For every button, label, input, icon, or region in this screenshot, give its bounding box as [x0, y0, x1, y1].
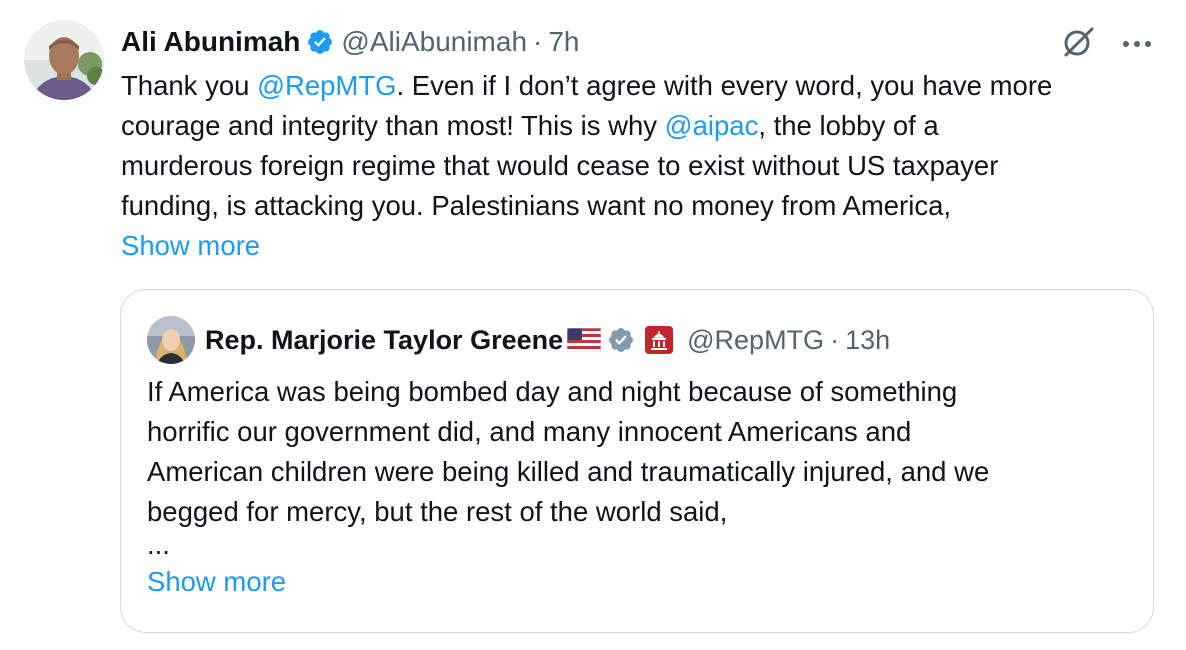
tweet-actions [1060, 24, 1152, 65]
quoted-author-avatar [147, 316, 195, 364]
us-flag-icon [567, 328, 602, 352]
tweet-timestamp[interactable]: 7h [548, 26, 579, 58]
grok-icon[interactable] [1060, 24, 1096, 65]
quoted-tweet-card[interactable]: Rep. Marjorie Taylor Greene @RepMTG · 13… [120, 289, 1154, 633]
more-options-icon[interactable] [1122, 36, 1152, 54]
author-avatar[interactable] [24, 20, 104, 100]
separator-dot: · [830, 324, 840, 355]
quoted-text-line: If America was being bombed day and nigh… [147, 376, 958, 407]
separator-dot: · [533, 26, 543, 57]
quoted-author-name: Rep. Marjorie Taylor Greene [205, 324, 564, 355]
us-congress-affiliation-icon [645, 326, 674, 354]
verified-badge-icon[interactable] [306, 28, 334, 56]
quoted-text-ellipsis: ... [147, 529, 170, 560]
quoted-author-handle: @RepMTG [687, 324, 825, 355]
avatar-image [24, 20, 104, 100]
avatar-image [147, 316, 195, 364]
tweet-text: Thank you @RepMTG. Even if I don’t agree… [121, 66, 1161, 266]
quoted-text-line: American children were being killed and … [147, 456, 990, 487]
tweet-header: Ali Abunimah @AliAbunimah · 7h [121, 22, 580, 62]
quoted-tweet-text: If America was being bombed day and nigh… [147, 372, 1137, 602]
verified-badge-icon [607, 326, 635, 354]
author-handle[interactable]: @AliAbunimah [341, 26, 527, 58]
quoted-show-more-link[interactable]: Show more [147, 562, 286, 602]
tweet-text-line: courage and integrity than most! This is… [121, 110, 939, 141]
quoted-text-line: horrific our government did, and many in… [147, 416, 912, 447]
tweet-text-line: murderous foreign regime that would ceas… [121, 150, 999, 181]
tweet-text-line: funding, is attacking you. Palestinians … [121, 190, 952, 221]
mention-link[interactable]: @RepMTG [257, 70, 396, 101]
quoted-text-line: begged for mercy, but the rest of the wo… [147, 496, 728, 527]
quoted-tweet-timestamp: 13h [845, 324, 891, 355]
tweet-text-line: Thank you @RepMTG. Even if I don’t agree… [121, 70, 1053, 101]
quoted-tweet-header: Rep. Marjorie Taylor Greene @RepMTG · 13… [205, 320, 890, 360]
mention-link[interactable]: @aipac [665, 110, 759, 141]
author-name[interactable]: Ali Abunimah [121, 26, 300, 58]
show-more-link[interactable]: Show more [121, 226, 260, 266]
